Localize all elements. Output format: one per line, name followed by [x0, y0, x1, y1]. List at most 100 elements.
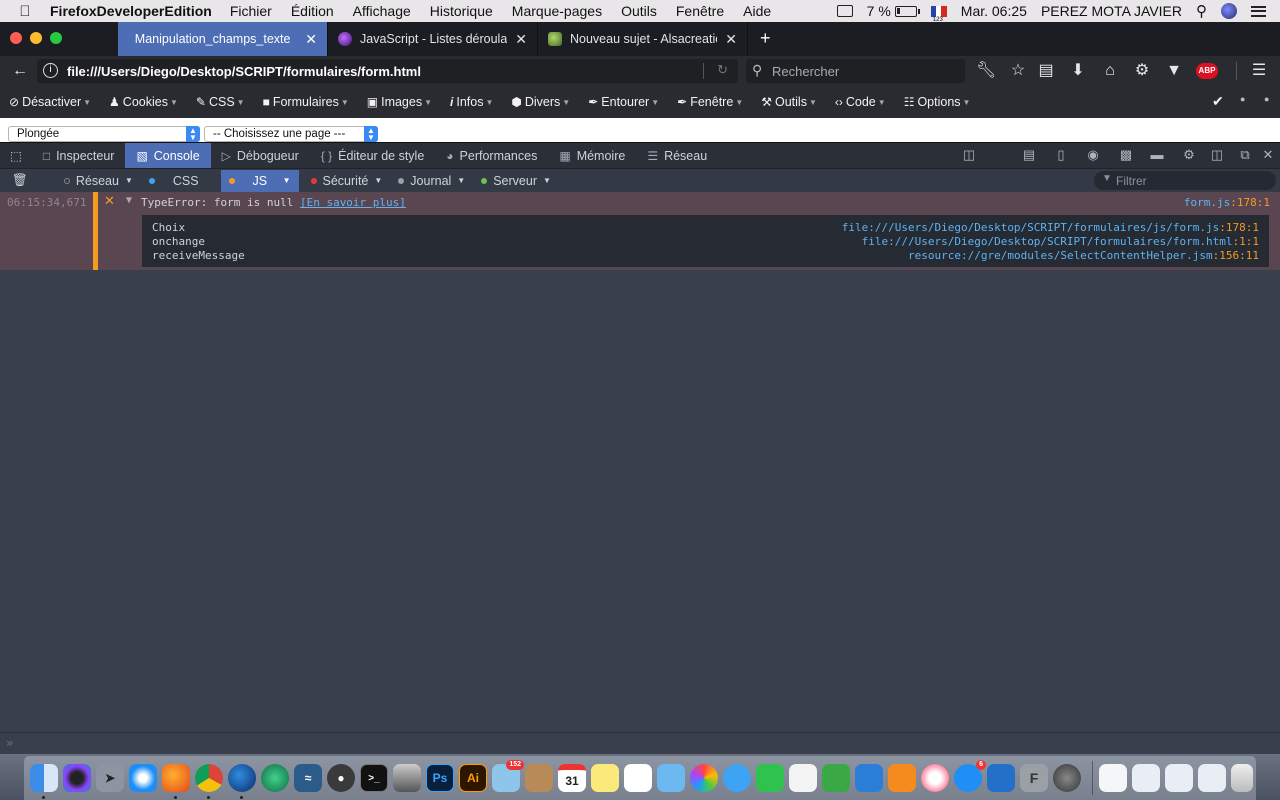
- french-flag-icon[interactable]: 123: [930, 5, 947, 23]
- close-devtools-icon[interactable]: ✕: [1259, 147, 1277, 163]
- tab-debogueur[interactable]: ▷ Débogueur: [211, 143, 310, 168]
- stack-frame[interactable]: receiveMessage resource://gre/modules/Se…: [152, 249, 1259, 263]
- wd-options[interactable]: ☷ Options ▼: [904, 95, 971, 109]
- wd-fenetre[interactable]: ✒ Fenêtre ▼: [677, 95, 743, 109]
- filter-securite[interactable]: Sécurité ▼: [303, 170, 391, 192]
- dock-side-icon[interactable]: ◫: [1208, 147, 1226, 163]
- stack-frame[interactable]: onchange file:///Users/Diego/Desktop/SCR…: [152, 235, 1259, 249]
- photoshop-icon[interactable]: Ps: [426, 764, 454, 792]
- filter-reseau[interactable]: Réseau ▼: [56, 170, 141, 192]
- calendar-icon[interactable]: 31: [558, 764, 586, 792]
- menu-marque-pages[interactable]: Marque-pages: [512, 3, 602, 19]
- url-bar[interactable]: i file:///Users/Diego/Desktop/SCRIPT/for…: [37, 59, 738, 83]
- element-picker-icon[interactable]: ⬚: [0, 143, 32, 168]
- url-text[interactable]: file:///Users/Diego/Desktop/SCRIPT/formu…: [67, 64, 421, 79]
- illustrator-icon[interactable]: Ai: [459, 764, 487, 792]
- stack-frame[interactable]: Choix file:///Users/Diego/Desktop/SCRIPT…: [152, 221, 1259, 235]
- console-input[interactable]: »: [0, 732, 1280, 754]
- downloads-stack-icon[interactable]: [1099, 764, 1127, 792]
- launchpad-rocket-icon[interactable]: ➤: [96, 764, 124, 792]
- safari-compass-icon[interactable]: [129, 764, 157, 792]
- siri-icon[interactable]: [63, 764, 91, 792]
- photos-icon[interactable]: [690, 764, 718, 792]
- keynote-icon[interactable]: [855, 764, 883, 792]
- chrome-icon[interactable]: [195, 764, 223, 799]
- mail-stamp-icon[interactable]: 152: [492, 760, 524, 792]
- notification-center-icon[interactable]: [1251, 5, 1266, 17]
- wd-desactiver[interactable]: ⊘ Désactiver ▼: [9, 95, 91, 109]
- siri-icon[interactable]: [1221, 3, 1237, 19]
- facetime-icon[interactable]: [756, 764, 784, 792]
- reading-list-icon[interactable]: ▤: [1036, 62, 1056, 80]
- wd-formulaires[interactable]: ■ Formulaires ▼: [263, 95, 349, 109]
- frame-picker-icon[interactable]: ◫: [960, 147, 978, 163]
- tab-inspecteur[interactable]: □ Inspecteur: [32, 143, 126, 168]
- wd-divers[interactable]: ⬢ Divers ▼: [511, 95, 570, 109]
- close-window-button[interactable]: [10, 32, 22, 44]
- wd-code[interactable]: ‹› Code ▼: [835, 95, 886, 109]
- close-tab-icon[interactable]: ✕: [725, 31, 737, 48]
- sequel-pro-icon[interactable]: ●: [327, 764, 355, 792]
- terminal-icon[interactable]: >_: [360, 764, 388, 792]
- scratchpad-icon[interactable]: ▤: [1020, 147, 1038, 163]
- clear-console-trash-icon[interactable]: 🗑︎: [0, 170, 38, 192]
- reminders-icon[interactable]: [624, 764, 652, 792]
- filter-input[interactable]: ▼ Filtrer: [1094, 171, 1276, 190]
- new-tab-plus-icon[interactable]: +: [760, 28, 771, 49]
- back-arrow-icon[interactable]: ←: [10, 62, 30, 80]
- info-icon[interactable]: i: [43, 63, 58, 78]
- filter-serveur[interactable]: Serveur ▼: [473, 170, 559, 192]
- font-book-icon[interactable]: F: [1020, 764, 1048, 792]
- choice-select[interactable]: Plongée ▲ ▼: [8, 126, 200, 142]
- spotlight-search-icon[interactable]: ⚲: [1196, 2, 1207, 20]
- tab-console[interactable]: ▧ Console: [125, 143, 211, 168]
- numbers-chart-icon[interactable]: [822, 764, 850, 792]
- user-name[interactable]: PEREZ MOTA JAVIER: [1041, 3, 1182, 19]
- status-dot-icon[interactable]: ●: [1240, 94, 1245, 104]
- clock[interactable]: Mar. 06:25: [961, 3, 1027, 19]
- battery-icon[interactable]: [894, 5, 920, 17]
- wd-images[interactable]: ▣ Images ▼: [367, 95, 432, 109]
- downloads-icon[interactable]: ⬇: [1068, 62, 1088, 80]
- zoom-window-button[interactable]: [50, 32, 62, 44]
- menu-outils[interactable]: Outils: [621, 3, 657, 19]
- airplay-icon[interactable]: [836, 5, 853, 17]
- document-stack-icon[interactable]: [1198, 764, 1226, 792]
- checkmark-icon[interactable]: ✔: [1212, 93, 1224, 110]
- finder-icon[interactable]: [30, 764, 58, 799]
- firefox-icon[interactable]: [162, 764, 190, 799]
- tab-performances[interactable]: ◕ Performances: [435, 143, 548, 168]
- pages-icon[interactable]: [789, 764, 817, 792]
- learn-more-link[interactable]: [En savoir plus]: [300, 196, 406, 209]
- expand-triangle-icon[interactable]: ▼: [126, 195, 132, 206]
- responsive-mode-icon[interactable]: ▯: [1052, 147, 1070, 163]
- close-tab-icon[interactable]: ✕: [515, 31, 527, 48]
- preview-icon[interactable]: [657, 764, 685, 792]
- app-store-icon[interactable]: 6: [954, 760, 986, 792]
- filezilla-icon[interactable]: [987, 764, 1015, 792]
- menu-aide[interactable]: Aide: [743, 3, 771, 19]
- error-location-link[interactable]: form.js:178:1: [1184, 196, 1270, 209]
- error-message[interactable]: 06:15:34,671 ✕ ▼ TypeError: form is null…: [0, 192, 1280, 270]
- menu-edition[interactable]: Édition: [291, 3, 334, 19]
- ibooks-icon[interactable]: [888, 764, 916, 792]
- close-tab-icon[interactable]: ✕: [305, 31, 317, 48]
- wd-outils[interactable]: ⚒ Outils ▼: [761, 95, 817, 109]
- wd-cookies[interactable]: ♟ Cookies ▼: [109, 95, 178, 109]
- apple-menu-icon[interactable]: : [0, 3, 50, 20]
- frame-location-link[interactable]: file:///Users/Diego/Desktop/SCRIPT/formu…: [842, 221, 1259, 234]
- status-dot-icon[interactable]: ●: [1264, 94, 1269, 104]
- bookmark-star-icon[interactable]: ☆: [1008, 62, 1028, 80]
- document-stack-icon[interactable]: [1165, 764, 1193, 792]
- trash-icon[interactable]: [1231, 764, 1253, 792]
- system-preferences-gear-icon[interactable]: [1053, 764, 1081, 792]
- minimize-window-button[interactable]: [30, 32, 42, 44]
- tab-manipulation-champs-texte[interactable]: Manipulation_champs_texte ✕: [118, 22, 328, 56]
- filter-css[interactable]: CSS▼: [141, 170, 221, 192]
- wrench-icon[interactable]: 🔧︎: [976, 62, 996, 80]
- wd-css[interactable]: ✎ CSS ▼: [196, 95, 245, 109]
- tab-javascript-listes[interactable]: JavaScript - Listes déroulante ✕: [328, 22, 538, 56]
- wd-infos[interactable]: i Infos ▼: [450, 95, 493, 109]
- documents-stack-icon[interactable]: [1132, 764, 1160, 792]
- atom-icon[interactable]: [261, 764, 289, 792]
